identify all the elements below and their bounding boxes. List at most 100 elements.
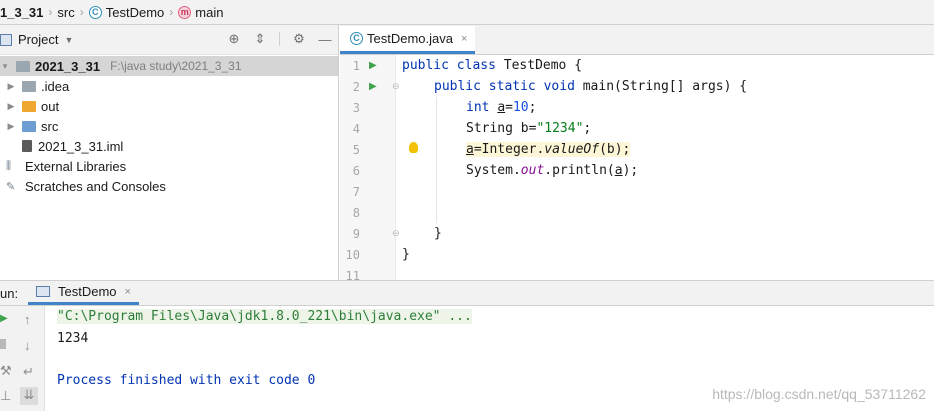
tree-item-label: out	[41, 98, 60, 114]
line-number: 9	[352, 226, 360, 241]
code-editor: C TestDemo.java × 1 ▶ public class TestD…	[340, 25, 934, 280]
folder-icon	[22, 80, 36, 92]
code-text: }	[434, 226, 442, 241]
rerun-icon[interactable]: ▶	[0, 313, 8, 324]
tree-item-label: Scratches and Consoles	[25, 178, 166, 194]
tree-item-idea[interactable]: ▶ .idea	[0, 76, 338, 96]
close-icon[interactable]: ×	[125, 286, 131, 298]
code-line-11: 11	[340, 265, 934, 280]
method-icon: m	[178, 5, 192, 19]
line-number: 4	[352, 121, 360, 136]
arrow-down-icon[interactable]: ↓	[24, 338, 31, 353]
project-panel-icon	[0, 33, 12, 46]
editor-tab-bar: C TestDemo.java ×	[340, 25, 934, 55]
indent-guide	[436, 97, 437, 223]
breadcrumb-project[interactable]: 1_3_31	[0, 5, 43, 20]
code-line-10: 10 }	[340, 244, 934, 265]
console-output: 1234	[57, 331, 89, 346]
line-number: 5	[352, 142, 360, 157]
code-line-9: 9 ⊖ }	[340, 223, 934, 244]
pin-icon[interactable]: ⊥	[0, 388, 11, 404]
wrench-icon[interactable]: ⚒	[0, 363, 12, 379]
run-tab-label: TestDemo	[58, 284, 117, 299]
toolbar-divider	[279, 32, 280, 46]
gear-icon[interactable]: ⚙	[292, 31, 306, 46]
tree-item-src[interactable]: ▶ src	[0, 116, 338, 136]
chevron-down-icon[interactable]: ▾	[0, 61, 10, 72]
tree-item-project-root[interactable]: ▾ 2021_3_31 F:\java study\2021_3_31	[0, 56, 338, 76]
chevron-right-icon[interactable]: ▶	[6, 81, 16, 92]
tab-testdemo-java[interactable]: C TestDemo.java ×	[340, 26, 476, 54]
code-text: int a=10;	[466, 100, 537, 115]
run-console: ▶ ↑ ↓ ⚒ ↵ ⊥ ⇊ "C:\Program Files\Java\jdk…	[0, 306, 934, 411]
chevron-right-icon: ›	[48, 5, 53, 19]
navigation-breadcrumb: 1_3_31 › src › C TestDemo › m main	[0, 0, 934, 25]
run-panel-header: un: TestDemo ×	[0, 280, 934, 306]
tree-item-external-libraries[interactable]: ⫼ External Libraries	[0, 156, 338, 176]
code-line-1: 1 ▶ public class TestDemo {	[340, 55, 934, 76]
project-path-hint: F:\java study\2021_3_31	[110, 59, 242, 73]
line-number: 10	[345, 247, 360, 262]
tree-item-out[interactable]: ▶ out	[0, 96, 338, 116]
chevron-right-icon[interactable]: ▶	[6, 101, 16, 112]
code-text: System.out.println(a);	[466, 163, 639, 178]
close-icon[interactable]: ×	[461, 33, 467, 45]
line-number: 6	[352, 163, 360, 178]
line-number: 11	[345, 269, 360, 280]
run-gutter-icon[interactable]: ▶	[369, 60, 379, 71]
line-number: 8	[352, 205, 360, 220]
scratches-icon: ✎	[6, 180, 16, 193]
line-number: 3	[352, 100, 360, 115]
tree-item-label: src	[41, 118, 59, 134]
hide-panel-icon[interactable]: —	[318, 32, 332, 47]
code-text: a=Integer.valueOf(b);	[466, 142, 631, 157]
fold-icon[interactable]: ⊖	[392, 228, 400, 239]
code-line-8: 8	[340, 202, 934, 223]
console-exit-message: Process finished with exit code 0	[57, 373, 316, 388]
chevron-right-icon[interactable]: ▶	[6, 121, 16, 132]
source-folder-icon	[22, 120, 36, 132]
tree-item-label: 2021_3_31.iml	[38, 138, 124, 154]
breadcrumb-method[interactable]: m main	[178, 5, 223, 20]
fold-icon[interactable]: ⊖	[392, 81, 400, 92]
chevron-right-icon: ›	[79, 5, 84, 19]
watermark-text: https://blog.csdn.net/qq_53711262	[712, 386, 926, 402]
code-line-4: 4 String b="1234";	[340, 118, 934, 139]
tree-item-scratches[interactable]: ✎ Scratches and Consoles	[0, 176, 338, 196]
chevron-down-icon: ▼	[64, 34, 74, 45]
code-line-7: 7	[340, 181, 934, 202]
code-area[interactable]: 1 ▶ public class TestDemo { 2 ▶ ⊖ public…	[340, 55, 934, 280]
tab-label: TestDemo.java	[367, 31, 453, 46]
locate-target-icon[interactable]: ⊕	[227, 31, 241, 46]
tree-item-label: 2021_3_31	[35, 58, 101, 74]
collapse-all-icon[interactable]: ⇕	[253, 31, 267, 46]
scroll-to-end-icon[interactable]: ⇊	[20, 387, 38, 405]
code-line-5: 5 a=Integer.valueOf(b);	[340, 139, 934, 160]
run-side-toolbar: ▶ ↑ ↓ ⚒ ↵ ⊥ ⇊	[0, 306, 45, 411]
class-icon: C	[88, 5, 102, 19]
soft-wrap-icon[interactable]: ↵	[23, 364, 34, 380]
tree-item-iml[interactable]: 2021_3_31.iml	[0, 136, 338, 156]
code-text: }	[402, 247, 410, 262]
tree-item-label: External Libraries	[25, 158, 127, 174]
line-number: 2	[352, 79, 360, 94]
folder-icon	[22, 100, 36, 112]
folder-icon	[16, 60, 30, 72]
code-line-3: 3 int a=10;	[340, 97, 934, 118]
code-line-2: 2 ▶ ⊖ public static void main(String[] a…	[340, 76, 934, 97]
code-text: public static void main(String[] args) {	[434, 79, 748, 94]
run-tab-testdemo[interactable]: TestDemo ×	[28, 281, 139, 305]
project-panel-header: Project ▼ ⊕ ⇕ ⚙ —	[0, 25, 338, 55]
project-tool-window: Project ▼ ⊕ ⇕ ⚙ — ▾ 2021_3_31 F:\java st…	[0, 25, 339, 280]
breadcrumb-class[interactable]: C TestDemo	[88, 5, 164, 20]
stop-icon[interactable]	[0, 339, 6, 349]
module-file-icon	[22, 140, 32, 152]
arrow-up-icon[interactable]: ↑	[24, 312, 31, 327]
project-view-selector[interactable]: Project ▼	[18, 32, 73, 47]
lightbulb-icon[interactable]	[409, 142, 418, 153]
run-label: un:	[0, 285, 19, 301]
tree-item-label: .idea	[41, 78, 70, 94]
breadcrumb-src[interactable]: src	[57, 5, 74, 20]
run-gutter-icon[interactable]: ▶	[369, 81, 379, 92]
code-text: String b="1234";	[466, 121, 592, 136]
